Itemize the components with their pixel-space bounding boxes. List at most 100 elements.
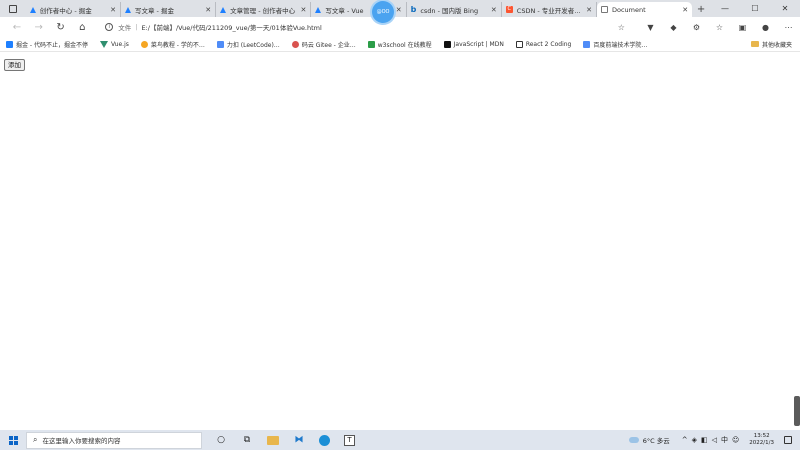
volume-icon[interactable]: ◁ [712,436,717,444]
tab-4[interactable]: b csdn - 国内版 Bing ✕ [407,2,502,17]
bookmark-label: 百度前端技术学院… [593,41,648,49]
tab-1[interactable]: 写文章 - 掘金 ✕ [121,2,217,17]
bookmark-label: React 2 Coding [525,40,572,48]
juejin-icon [315,6,322,13]
gitee-icon [291,40,299,48]
tab-label: 写文章 - 掘金 [134,6,174,15]
close-icon[interactable]: ✕ [396,6,402,14]
close-icon[interactable]: ✕ [491,6,497,14]
tab-label: CSDN - 专业开发者社区 [516,6,584,15]
close-window-icon[interactable]: ✕ [770,0,800,17]
bookmark-other-folder[interactable]: 其他收藏夹 [750,40,792,49]
bookmark-mdn[interactable]: JavaScript | MDN [443,40,504,48]
address-bar[interactable]: i 文件 | E:/【前端】/Vue/代码/211209_vue/第一天/01体… [99,19,631,35]
close-icon[interactable]: ✕ [205,6,211,14]
scheme-label: 文件 [118,24,132,32]
csdn-icon: C [505,6,513,13]
bookmark-react[interactable]: React 2 Coding [515,40,572,48]
file-explorer-icon[interactable] [267,435,279,445]
minimize-icon[interactable]: — [710,0,740,17]
weather-widget[interactable]: 6°C 多云 [628,435,670,445]
browser-window: 创作者中心 - 掘金 ✕ 写文章 - 掘金 ✕ 文章管理 - 创作者中心 ✕ 写… [0,0,800,450]
taskbar-clock[interactable]: 13:52 2022/1/3 [749,433,774,447]
folder-icon [750,41,759,47]
bookmark-gitee[interactable]: 码云 Gitee - 企业… [291,40,356,49]
close-icon[interactable]: ✕ [301,6,307,14]
network-icon[interactable]: ◧ [701,436,708,444]
bookmark-vue[interactable]: Vue.js [99,40,129,48]
juejin-icon [124,6,131,13]
search-placeholder: 在这里输入你要搜索的内容 [42,437,121,445]
bookmark-w3school[interactable]: w3school 在线教程 [367,40,432,49]
favorite-star-icon[interactable]: ☆ [618,23,625,32]
w3school-icon [367,40,375,48]
page-icon [515,40,523,48]
task-view-icon[interactable]: ⧉ [234,430,260,450]
bookmark-runoob[interactable]: 菜鸟教程 - 学的不… [140,40,205,49]
windows-taskbar: ⌕ 在这里输入你要搜索的内容 ○ ⧉ ⧓ T 6°C 多云 ^ ◈ ◧ ◁ 中 … [0,430,800,450]
weather-text: 6°C 多云 [642,437,670,445]
tab-actions-button[interactable] [0,0,26,17]
puzzle-icon[interactable]: ⚙ [685,23,708,32]
typora-icon[interactable]: T [344,434,355,446]
url-text[interactable]: E:/【前端】/Vue/代码/211209_vue/第一天/01体验Vue.ht… [141,22,613,32]
bookmark-baidu[interactable]: 百度前端技术学院… [583,40,647,49]
window-controls: — ☐ ✕ [710,0,800,17]
cortana-icon[interactable]: ○ [208,430,234,450]
bookmark-leetcode[interactable]: 力扣 (LeetCode)… [216,40,280,49]
close-icon[interactable]: ✕ [586,6,592,14]
tab-label: Document [611,5,646,14]
new-tab-button[interactable]: + [692,2,710,17]
tab-6-active[interactable]: Document ✕ [596,2,693,17]
tab-2[interactable]: 文章管理 - 创作者中心 ✕ [216,2,312,17]
floating-avatar-bubble[interactable]: @OO [372,1,394,23]
clock-date: 2022/1/3 [749,440,774,446]
notification-icon[interactable] [784,436,792,444]
taskbar-search[interactable]: ⌕ 在这里输入你要搜索的内容 [26,431,202,449]
profile-icon[interactable]: ● [754,23,777,32]
favorites-icon[interactable]: ☆ [708,23,731,32]
extensions-icon[interactable]: ▼ [639,23,662,32]
bookmark-label: 码云 Gitee - 企业… [301,41,356,49]
chevron-up-icon[interactable]: ^ [682,436,688,444]
juejin-icon [220,6,227,13]
back-arrow-icon[interactable]: ← [6,19,28,35]
bookmark-label: 掘金 - 代码不止，掘金不停 [16,41,88,49]
document-icon [600,6,608,13]
bookmark-label: 菜鸟教程 - 学的不… [150,41,205,49]
juejin-icon [6,40,13,48]
close-icon[interactable]: ✕ [110,6,116,14]
vscode-icon[interactable]: ⧓ [286,430,312,450]
ime-icon[interactable]: 中 [721,435,728,445]
bookmarks-bar: 掘金 - 代码不止，掘金不停 Vue.js 菜鸟教程 - 学的不… 力扣 (Le… [0,37,800,52]
windows-logo-icon [13,440,18,445]
home-icon[interactable]: ⌂ [71,19,93,35]
page-content: 添加 [0,53,800,430]
maximize-icon[interactable]: ☐ [740,0,770,17]
mdn-icon [443,40,451,48]
close-icon[interactable]: ✕ [682,6,688,14]
edge-icon[interactable] [319,434,330,446]
tab-label: 创作者中心 - 掘金 [39,6,92,15]
translate-icon[interactable]: ◆ [662,23,685,32]
info-icon[interactable]: i [105,23,114,31]
bing-icon: b [410,5,417,14]
system-tray: 6°C 多云 ^ ◈ ◧ ◁ 中 ☺ 13:52 2022/1/3 [628,433,800,447]
taskbar-apps: ○ ⧉ ⧓ T [208,430,362,450]
bookmark-label: JavaScript | MDN [453,40,504,48]
vue-icon [99,40,108,48]
more-menu-icon[interactable]: ⋯ [777,23,800,32]
bookmark-label: Vue.js [110,40,129,48]
add-button[interactable]: 添加 [4,59,25,71]
start-button[interactable] [0,430,26,450]
bookmark-juejin[interactable]: 掘金 - 代码不止，掘金不停 [6,40,88,49]
tab-5[interactable]: C CSDN - 专业开发者社区 ✕ [502,2,597,17]
scrollbar-handle[interactable] [794,396,800,426]
forward-arrow-icon[interactable]: → [28,19,50,35]
refresh-icon[interactable]: ↻ [50,19,72,35]
security-icon[interactable]: ◈ [692,436,697,444]
leetcode-icon [216,40,224,48]
collections-icon[interactable]: ▣ [731,23,754,32]
tab-0[interactable]: 创作者中心 - 掘金 ✕ [26,2,121,17]
emoji-icon[interactable]: ☺ [732,436,739,444]
